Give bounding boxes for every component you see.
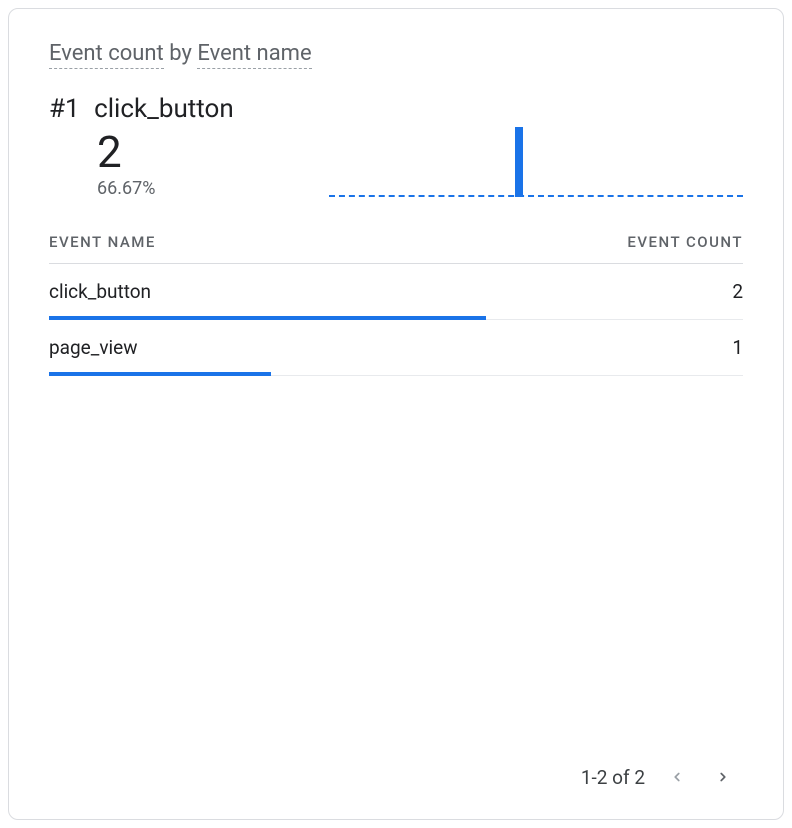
row-event-count: 2	[732, 280, 743, 303]
analytics-card: Event count by Event name #1 click_butto…	[8, 8, 784, 820]
row-bar	[49, 372, 271, 376]
metric-link[interactable]: Event count	[49, 41, 164, 69]
top-item-name: click_button	[94, 94, 234, 124]
header-event-count: Event Count	[627, 233, 743, 251]
rank-number: #1	[49, 94, 80, 124]
pager: 1-2 of 2	[49, 763, 743, 791]
chevron-left-icon	[670, 766, 684, 789]
pager-prev-button[interactable]	[663, 763, 691, 791]
top-item-percent: 66.67%	[97, 178, 309, 199]
top-item-summary: #1 click_button 2 66.67%	[49, 94, 309, 199]
top-item-row: #1 click_button 2 66.67%	[49, 94, 743, 199]
row-event-count: 1	[732, 336, 743, 359]
sparkline	[329, 117, 743, 197]
header-event-name: Event Name	[49, 233, 156, 251]
table-header: Event Name Event Count	[49, 223, 743, 264]
top-item-value: 2	[97, 130, 309, 174]
title-by: by	[169, 41, 192, 66]
sparkline-bar	[515, 127, 523, 197]
row-event-name: click_button	[49, 280, 151, 303]
table-body: click_button 2 page_view 1	[49, 264, 743, 376]
rank-label: #1 click_button	[49, 94, 309, 124]
chevron-right-icon	[716, 766, 730, 789]
pager-label: 1-2 of 2	[581, 766, 645, 789]
table-row[interactable]: page_view 1	[49, 320, 743, 376]
table-row[interactable]: click_button 2	[49, 264, 743, 320]
card-title: Event count by Event name	[49, 41, 743, 66]
pager-next-button[interactable]	[709, 763, 737, 791]
dimension-link[interactable]: Event name	[197, 41, 311, 69]
sparkline-axis	[329, 195, 743, 197]
row-event-name: page_view	[49, 336, 138, 359]
